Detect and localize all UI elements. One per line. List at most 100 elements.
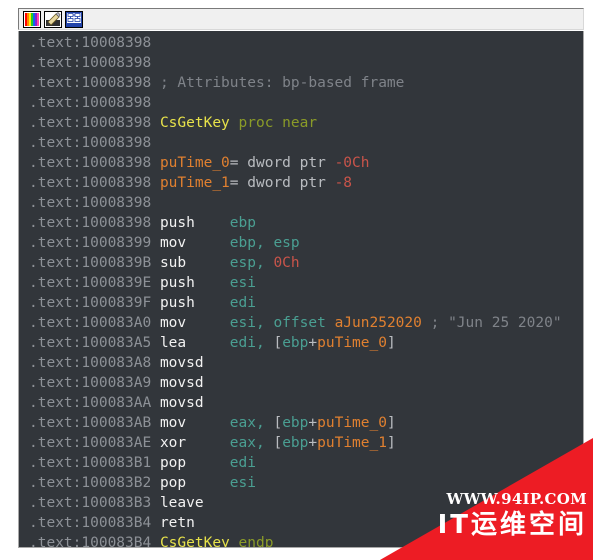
disassembly-line[interactable]: .text:1000839B sub esp, 0Ch <box>19 253 583 273</box>
token-mnem: pop <box>159 475 230 491</box>
token-var: puTime_0 <box>159 155 230 171</box>
disassembly-line[interactable]: .text:10008398 <box>19 133 583 153</box>
disassembly-line[interactable]: .text:10008398 puTime_1= dword ptr -8 <box>19 173 583 193</box>
disassembly-line[interactable]: .text:100083AB mov eax, [ebp+puTime_0] <box>19 413 583 433</box>
disassembly-line[interactable]: .text:100083B4 retn <box>19 513 583 533</box>
token-reg: edi <box>229 295 256 311</box>
line-gutter-space <box>151 435 160 451</box>
line-address: .text:10008398 <box>29 175 152 191</box>
token-reg: esi, offset <box>229 315 335 331</box>
disassembly-line[interactable]: .text:10008398 <box>19 53 583 73</box>
line-address: .text:100083A5 <box>29 335 152 351</box>
disassembly-line[interactable]: .text:10008398 push ebp <box>19 213 583 233</box>
line-address: .text:100083A0 <box>29 315 152 331</box>
token-punct: + <box>308 415 318 431</box>
disassembly-line[interactable]: .text:100083B3 leave <box>19 493 583 513</box>
line-address: .text:10008398 <box>29 215 152 231</box>
token-reg: eax, <box>229 415 274 431</box>
disassembly-line[interactable]: .text:100083A5 lea edi, [ebp+puTime_0] <box>19 333 583 353</box>
token-mnem: push <box>159 295 230 311</box>
token-punct: [ <box>273 435 283 451</box>
disassembly-line[interactable]: .text:10008399 mov ebp, esp <box>19 233 583 253</box>
line-address: .text:10008398 <box>29 55 152 71</box>
token-reg: ebp <box>229 215 256 231</box>
token-reg: esi <box>229 475 256 491</box>
token-fname: CsGetKey <box>159 535 230 548</box>
screenshot-root: .text:10008398 .text:10008398 .text:100083… <box>0 0 593 560</box>
disassembly-line[interactable]: .text:100083AE xor eax, [ebp+puTime_1] <box>19 433 583 453</box>
line-gutter-space <box>151 415 160 431</box>
disassembly-line[interactable]: .text:1000839F push edi <box>19 293 583 313</box>
line-gutter-space <box>151 295 160 311</box>
line-address: .text:100083B2 <box>29 475 152 491</box>
disassembly-line[interactable]: .text:10008398 CsGetKey proc near <box>19 113 583 133</box>
disassembly-line[interactable]: .text:100083A0 mov esi, offset aJun25202… <box>19 313 583 333</box>
token-num: -0Ch <box>334 155 370 171</box>
line-gutter-space <box>151 255 160 271</box>
token-mnem: lea <box>159 335 230 351</box>
line-gutter-space <box>151 215 160 231</box>
token-fname: CsGetKey <box>159 115 230 131</box>
token-punct: ] <box>386 415 396 431</box>
disassembly-line[interactable]: .text:100083A9 movsd <box>19 373 583 393</box>
token-mnem: pop <box>159 455 230 471</box>
token-num: -8 <box>334 175 353 191</box>
disassembly-line[interactable]: .text:100083B1 pop edi <box>19 453 583 473</box>
line-gutter-space <box>151 475 160 491</box>
token-mnem: xor <box>159 435 230 451</box>
line-address: .text:1000839E <box>29 275 152 291</box>
disassembly-line[interactable]: .text:10008398 <box>19 33 583 53</box>
token-mnem: push <box>159 215 230 231</box>
disassembly-line[interactable]: .text:10008398 <box>19 93 583 113</box>
token-mnem: movsd <box>159 375 204 391</box>
token-cmt: ; Attributes: bp-based frame <box>159 75 405 91</box>
token-var: puTime_1 <box>159 175 230 191</box>
token-kw: proc near <box>229 115 318 131</box>
line-gutter-space <box>151 115 160 131</box>
token-punct: + <box>308 435 318 451</box>
line-address: .text:10008398 <box>29 115 152 131</box>
graph-view-icon[interactable] <box>65 10 83 28</box>
disassembly-panel[interactable]: .text:10008398 .text:10008398 .text:100083… <box>18 31 584 548</box>
disassembly-line[interactable]: .text:10008398 <box>19 193 583 213</box>
line-gutter-space <box>151 335 160 351</box>
disassembly-line[interactable]: .text:100083B4 CsGetKey endp <box>19 533 583 548</box>
line-address: .text:100083A9 <box>29 375 152 391</box>
token-punct: [ <box>273 335 283 351</box>
token-punct: = dword ptr <box>229 175 335 191</box>
token-reg: ebp <box>282 415 309 431</box>
token-mnem: movsd <box>159 355 204 371</box>
line-address: .text:10008398 <box>29 195 152 211</box>
token-mnem: mov <box>159 315 230 331</box>
token-mnem: mov <box>159 235 230 251</box>
disassembly-line[interactable]: .text:10008398 ; Attributes: bp-based fr… <box>19 73 583 93</box>
token-var: puTime_0 <box>317 415 387 431</box>
line-gutter-space <box>151 275 160 291</box>
token-var: puTime_1 <box>317 435 387 451</box>
line-address: .text:10008399 <box>29 235 152 251</box>
disassembly-line[interactable]: .text:1000839E push esi <box>19 273 583 293</box>
disassembly-line[interactable]: .text:100083AA movsd <box>19 393 583 413</box>
token-punct: + <box>308 335 318 351</box>
disassembly-lines: .text:10008398 .text:10008398 .text:100083… <box>19 33 583 548</box>
line-address: .text:1000839F <box>29 295 152 311</box>
token-reg: esp, <box>229 255 274 271</box>
line-address: .text:10008398 <box>29 135 152 151</box>
line-gutter-space <box>151 375 160 391</box>
token-str: "Jun 25 2020" <box>448 315 562 331</box>
toolbar <box>18 8 584 30</box>
edit-image-icon[interactable] <box>44 10 62 28</box>
disassembly-line[interactable]: .text:10008398 puTime_0= dword ptr -0Ch <box>19 153 583 173</box>
token-mnem: push <box>159 275 230 291</box>
disassembly-line[interactable]: .text:100083A8 movsd <box>19 353 583 373</box>
disassembly-line[interactable]: .text:100083B2 pop esi <box>19 473 583 493</box>
line-address: .text:100083B1 <box>29 455 152 471</box>
line-address: .text:100083AB <box>29 415 152 431</box>
line-gutter-space <box>151 155 160 171</box>
token-reg: eax, <box>229 435 274 451</box>
palette-icon[interactable] <box>23 10 41 28</box>
token-mnem: leave <box>159 495 204 511</box>
token-reg: ebp, esp <box>229 235 300 251</box>
line-gutter-space <box>151 355 160 371</box>
line-address: .text:10008398 <box>29 75 152 91</box>
